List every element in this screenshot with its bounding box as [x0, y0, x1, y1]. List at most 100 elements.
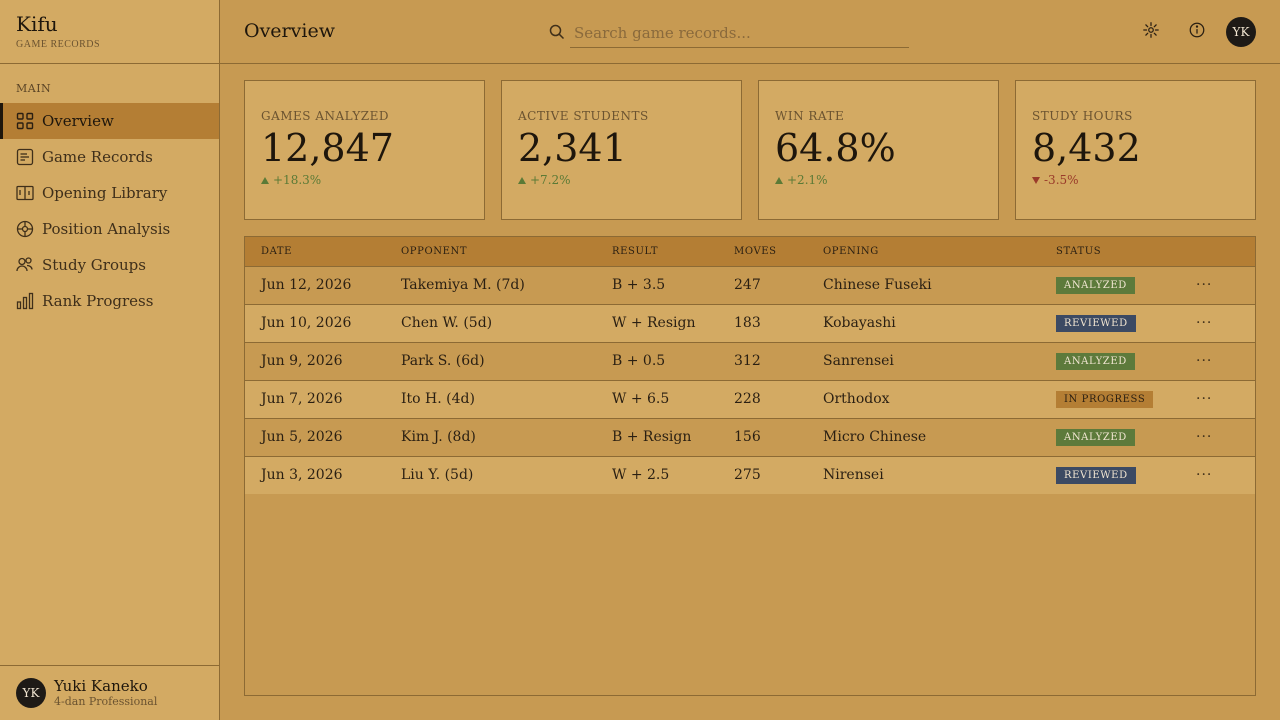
stat-delta-value: +2.1% [787, 173, 828, 187]
cell-result: B + 0.5 [612, 353, 666, 369]
table-row[interactable]: Jun 12, 2026 Takemiya M. (7d) B + 3.5 24… [245, 266, 1255, 304]
search-input[interactable] [570, 18, 909, 48]
info-icon [1188, 21, 1206, 43]
top-header: Overview YK [220, 0, 1280, 64]
header-avatar[interactable]: YK [1226, 17, 1256, 47]
game-records-table: DATE OPPONENT RESULT MOVES OPENING STATU… [244, 236, 1256, 696]
table-row[interactable]: Jun 7, 2026 Ito H. (4d) W + 6.5 228 Orth… [245, 380, 1255, 418]
user-profile[interactable]: YK Yuki Kaneko 4-dan Professional [0, 665, 219, 720]
sidebar-item-position-analysis[interactable]: Position Analysis [0, 211, 219, 247]
user-name: Yuki Kaneko [54, 677, 148, 695]
stat-card-study-hours: STUDY HOURS 8,432 -3.5% [1015, 80, 1256, 220]
search-bar [548, 18, 910, 48]
stat-delta: +18.3% [261, 173, 468, 187]
info-button[interactable] [1185, 20, 1209, 44]
sidebar-item-label: Rank Progress [42, 292, 154, 310]
column-header-result[interactable]: RESULT [612, 237, 734, 266]
cell-result: W + 6.5 [612, 391, 670, 407]
sidebar-item-label: Game Records [42, 148, 153, 166]
column-header-status[interactable]: STATUS [1056, 237, 1196, 266]
stat-card-active-students: ACTIVE STUDENTS 2,341 +7.2% [501, 80, 742, 220]
more-actions-button[interactable]: ··· [1196, 391, 1212, 407]
cell-opening: Micro Chinese [823, 429, 927, 445]
cell-moves: 228 [734, 391, 761, 407]
cell-result: W + 2.5 [612, 467, 670, 484]
sidebar-item-overview[interactable]: Overview [0, 103, 219, 139]
cell-result: B + Resign [612, 429, 692, 445]
cell-date: Jun 5, 2026 [261, 429, 343, 445]
cell-result: W + Resign [612, 315, 696, 331]
sidebar-item-label: Study Groups [42, 256, 146, 274]
cell-date: Jun 10, 2026 [261, 315, 352, 331]
sidebar-item-game-records[interactable]: Game Records [0, 139, 219, 175]
cell-opponent: Kim J. (8d) [401, 429, 476, 445]
cell-date: Jun 9, 2026 [261, 353, 343, 369]
table-row[interactable]: Jun 3, 2026 Liu Y. (5d) W + 2.5 275 Nire… [245, 456, 1255, 494]
table-row[interactable]: Jun 10, 2026 Chen W. (5d) W + Resign 183… [245, 304, 1255, 342]
user-info: Yuki Kaneko 4-dan Professional [54, 677, 158, 708]
cell-status: ANALYZED [1056, 418, 1196, 456]
cell-opening: Nirensei [823, 467, 884, 484]
stat-label: ACTIVE STUDENTS [518, 109, 649, 123]
cell-moves: 312 [734, 353, 761, 369]
status-badge: ANALYZED [1056, 277, 1135, 294]
column-header-date[interactable]: DATE [245, 237, 401, 266]
more-actions-button[interactable]: ··· [1196, 315, 1212, 331]
sidebar-item-rank-progress[interactable]: Rank Progress [0, 283, 219, 319]
stat-value: 64.8% [775, 126, 896, 170]
cell-status: IN PROGRESS [1056, 380, 1196, 418]
stat-label: WIN RATE [775, 109, 845, 123]
cell-opponent: Park S. (6d) [401, 353, 485, 369]
cell-moves: 275 [734, 467, 761, 484]
stat-delta-value: +7.2% [530, 173, 571, 187]
stat-label: GAMES ANALYZED [261, 109, 390, 123]
column-header-moves[interactable]: MOVES [734, 237, 823, 266]
sidebar-item-opening-library[interactable]: Opening Library [0, 175, 219, 211]
stat-card-games-analyzed: GAMES ANALYZED 12,847 +18.3% [244, 80, 485, 220]
cell-actions: ··· [1196, 418, 1255, 456]
user-role: 4-dan Professional [54, 695, 158, 708]
stat-delta: +7.2% [518, 173, 725, 187]
grid-icon [16, 112, 34, 130]
sidebar-item-label: Opening Library [42, 184, 168, 202]
more-actions-button[interactable]: ··· [1196, 277, 1212, 293]
cell-result: B + 3.5 [612, 277, 666, 293]
stat-value: 2,341 [518, 126, 627, 170]
more-actions-button[interactable]: ··· [1196, 429, 1212, 445]
status-badge: ANALYZED [1056, 429, 1135, 446]
sidebar-item-label: Overview [42, 112, 114, 130]
sidebar-item-study-groups[interactable]: Study Groups [0, 247, 219, 283]
stat-delta-value: +18.3% [273, 173, 322, 187]
cell-status: REVIEWED [1056, 304, 1196, 342]
column-header-opponent[interactable]: OPPONENT [401, 237, 612, 266]
stat-label: STUDY HOURS [1032, 109, 1133, 123]
cell-opponent: Chen W. (5d) [401, 315, 493, 331]
stat-value: 12,847 [261, 126, 394, 170]
cell-actions: ··· [1196, 342, 1255, 380]
table-row[interactable]: Jun 5, 2026 Kim J. (8d) B + Resign 156 M… [245, 418, 1255, 456]
bar-chart-icon [16, 292, 34, 310]
stat-value: 8,432 [1032, 126, 1141, 170]
stat-delta-value: -3.5% [1044, 173, 1079, 187]
table-row[interactable]: Jun 9, 2026 Park S. (6d) B + 0.5 312 San… [245, 342, 1255, 380]
more-actions-button[interactable]: ··· [1196, 353, 1212, 369]
cell-opponent: Takemiya M. (7d) [401, 277, 525, 293]
status-badge: ANALYZED [1056, 353, 1135, 370]
nav-section-label: MAIN [16, 82, 52, 95]
column-header-opening[interactable]: OPENING [823, 237, 1056, 266]
gear-icon [1142, 21, 1160, 43]
trend-up-icon [261, 176, 269, 184]
document-icon [16, 148, 34, 166]
status-badge: REVIEWED [1056, 467, 1136, 485]
more-actions-button[interactable]: ··· [1196, 467, 1212, 483]
table-header-row: DATE OPPONENT RESULT MOVES OPENING STATU… [245, 237, 1255, 266]
status-badge: IN PROGRESS [1056, 391, 1154, 408]
avatar: YK [16, 678, 46, 708]
brand-subtitle: GAME RECORDS [16, 39, 101, 50]
users-icon [16, 256, 34, 274]
cell-opening: Orthodox [823, 391, 890, 407]
cell-actions: ··· [1196, 456, 1255, 494]
trend-up-icon [518, 176, 526, 184]
settings-button[interactable] [1139, 20, 1163, 44]
cell-status: REVIEWED [1056, 456, 1196, 494]
